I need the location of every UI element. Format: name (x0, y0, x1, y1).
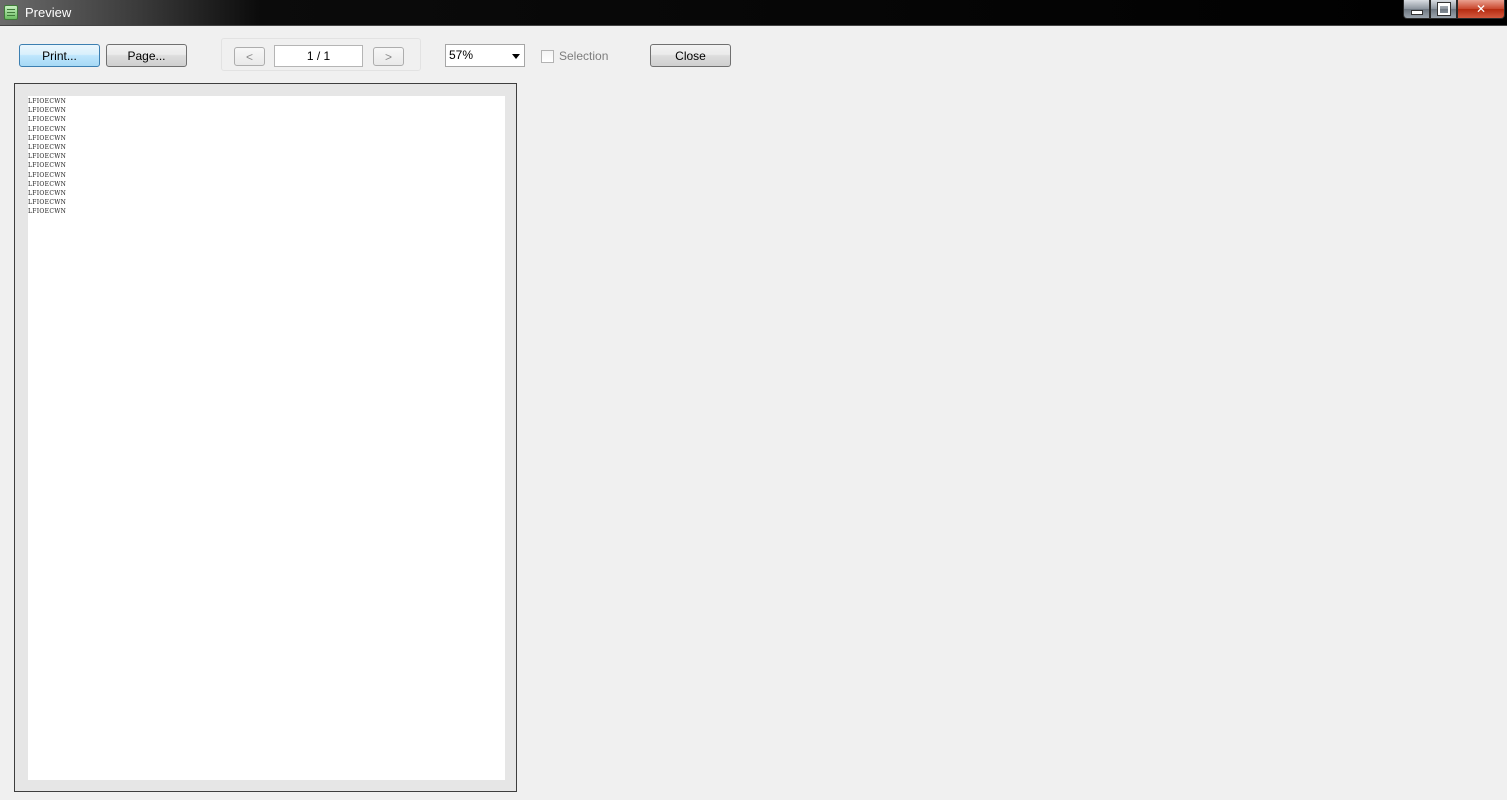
page-text-line: LFIOECWN (28, 144, 67, 152)
zoom-dropdown[interactable]: 57% (445, 44, 525, 67)
page-navigation: < 1 / 1 > (221, 38, 421, 71)
page-text-line: LFIOECWN (28, 162, 67, 170)
print-preview-area[interactable]: LFIOECWN LFIOECWN LFIOECWN LFIOECWN LFIO… (14, 83, 517, 792)
page-setup-button[interactable]: Page... (106, 44, 187, 67)
page-text-line: LFIOECWN (28, 125, 67, 133)
page-indicator-field[interactable]: 1 / 1 (274, 45, 363, 67)
page-text-line: LFIOECWN (28, 180, 67, 188)
notepad-icon (4, 5, 18, 20)
close-icon: ✕ (1475, 2, 1487, 16)
page-text-line: LFIOECWN (28, 116, 67, 124)
minimize-button[interactable] (1403, 0, 1430, 19)
page-text-line: LFIOECWN (28, 171, 67, 179)
page-text-line: LFIOECWN (28, 98, 67, 105)
window-controls: ✕ (1403, 0, 1505, 20)
restore-button[interactable] (1430, 0, 1457, 19)
page-text-line: LFIOECWN (28, 134, 67, 142)
page-text-line: LFIOECWN (28, 107, 67, 115)
page-text-line: LFIOECWN (28, 190, 67, 198)
window-title: Preview (25, 5, 72, 20)
title-bar[interactable]: Preview ✕ (0, 0, 1507, 26)
previous-page-button[interactable]: < (234, 47, 265, 66)
preview-window: Preview ✕ Print... Page... < 1 / 1 > 57%… (0, 0, 1507, 800)
page-content: LFIOECWN LFIOECWN LFIOECWN LFIOECWN LFIO… (28, 97, 66, 217)
page-text-line: LFIOECWN (28, 208, 67, 216)
page-text-line: LFIOECWN (28, 199, 67, 207)
restore-icon (1436, 2, 1451, 16)
print-button[interactable]: Print... (19, 44, 100, 67)
chevron-down-icon (512, 54, 520, 59)
minimize-icon (1410, 9, 1423, 15)
preview-page: LFIOECWN LFIOECWN LFIOECWN LFIOECWN LFIO… (28, 96, 505, 780)
selection-label: Selection (559, 49, 609, 63)
page-text-line: LFIOECWN (28, 153, 67, 161)
zoom-value: 57% (449, 48, 474, 62)
window-close-button[interactable]: ✕ (1457, 0, 1505, 19)
selection-checkbox[interactable] (541, 50, 554, 63)
close-button[interactable]: Close (650, 44, 731, 67)
next-page-button[interactable]: > (373, 47, 404, 66)
